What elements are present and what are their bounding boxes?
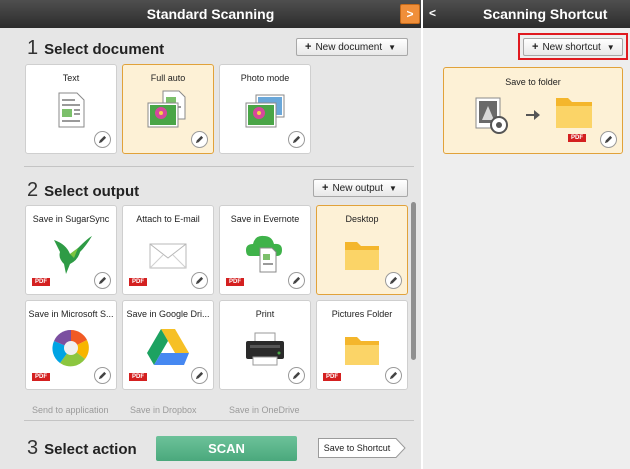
arrow-right-icon — [526, 110, 540, 120]
card-label: Photo mode — [240, 73, 290, 83]
panel-title: Standard Scanning — [146, 6, 275, 22]
card-label: Save in Microsoft S... — [28, 309, 114, 319]
edit-pencil-icon[interactable] — [94, 367, 111, 384]
card-label: Text — [62, 73, 80, 83]
collapse-panel-button[interactable]: > — [400, 4, 420, 24]
document-card-photo-mode[interactable]: Photo mode — [219, 64, 311, 154]
pdf-badge: PDF — [129, 278, 147, 286]
text-document-icon — [58, 92, 85, 128]
select-action-heading: 3 Select action — [27, 437, 137, 460]
scanned-photo-gear-icon — [475, 97, 508, 134]
output-card-onedrive-partial[interactable]: Save in OneDrive — [229, 405, 300, 415]
card-label: Desktop — [345, 214, 379, 224]
edit-pencil-icon[interactable] — [191, 131, 208, 148]
step-number: 3 — [27, 437, 39, 459]
step-number: 1 — [27, 37, 39, 59]
edit-pencil-icon[interactable] — [94, 131, 111, 148]
document-card-text[interactable]: Text — [25, 64, 117, 154]
output-card-pictures-folder[interactable]: Pictures Folder PDF — [316, 300, 408, 390]
new-output-button[interactable]: + New output ▼ — [313, 179, 408, 197]
evernote-cloud-icon — [246, 235, 282, 273]
folder-icon — [345, 337, 379, 365]
shortcut-card-save-to-folder[interactable]: Save to folder PDF — [443, 67, 623, 154]
sugarsync-hummingbird-icon — [54, 236, 92, 274]
output-card-print[interactable]: Print — [219, 300, 311, 390]
section-divider — [24, 420, 414, 421]
chevron-right-icon: > — [406, 7, 414, 21]
output-scrollbar[interactable] — [411, 202, 416, 360]
highlight-box — [518, 33, 628, 60]
folder-icon — [556, 98, 592, 128]
output-card-microsoft-skydrive[interactable]: Save in Microsoft S... PDF — [25, 300, 117, 390]
edit-pencil-icon[interactable] — [600, 131, 617, 148]
edit-pencil-icon[interactable] — [288, 131, 305, 148]
scanning-shortcut-header: < Scanning Shortcut — [423, 0, 630, 28]
edit-pencil-icon[interactable] — [385, 367, 402, 384]
output-card-sugarsync[interactable]: Save in SugarSync PDF — [25, 205, 117, 295]
card-label: Full auto — [150, 73, 186, 83]
pdf-badge: PDF — [226, 278, 244, 286]
step-title: Select action — [44, 441, 137, 458]
select-document-heading: 1 Select document — [27, 37, 164, 60]
caret-down-icon: ▼ — [389, 183, 397, 193]
card-label: Attach to E-mail — [136, 214, 200, 224]
output-card-dropbox-partial[interactable]: Save in Dropbox — [130, 405, 197, 415]
printer-icon — [246, 332, 284, 366]
caret-down-icon: ▼ — [388, 42, 397, 52]
edit-pencil-icon[interactable] — [191, 272, 208, 289]
edit-pencil-icon[interactable] — [385, 272, 402, 289]
pdf-badge: PDF — [323, 373, 341, 381]
step-title: Select document — [44, 41, 165, 58]
edit-pencil-icon[interactable] — [288, 367, 305, 384]
save-to-shortcut-label: Save to Shortcut — [323, 443, 391, 453]
card-label: Save in Google Dri... — [126, 309, 210, 319]
new-document-button[interactable]: + New document ▼ — [296, 38, 408, 56]
plus-icon: + — [305, 41, 312, 53]
microsoft-skydrive-icon — [52, 329, 89, 367]
edit-pencil-icon[interactable] — [288, 272, 305, 289]
pdf-badge: PDF — [32, 278, 50, 286]
card-label: Save to folder — [505, 77, 561, 87]
pdf-badge: PDF — [129, 373, 147, 381]
new-document-label: New document — [315, 41, 383, 53]
output-card-evernote[interactable]: Save in Evernote PDF — [219, 205, 311, 295]
document-card-full-auto[interactable]: Full auto — [122, 64, 214, 154]
envelope-icon — [149, 243, 187, 269]
select-output-heading: 2 Select output — [27, 179, 139, 202]
scan-button[interactable]: SCAN — [156, 436, 297, 461]
output-card-google-drive[interactable]: Save in Google Dri... PDF — [122, 300, 214, 390]
output-card-send-to-application-partial[interactable]: Send to application — [32, 405, 109, 415]
chevron-left-icon[interactable]: < — [429, 6, 436, 20]
step-title: Select output — [44, 183, 140, 200]
standard-scanning-header: Standard Scanning — [0, 0, 421, 28]
photo-mode-icon — [245, 94, 285, 128]
panel-title: Scanning Shortcut — [483, 6, 608, 22]
pdf-badge: PDF — [568, 134, 586, 142]
photo-document-icon — [147, 90, 186, 128]
edit-pencil-icon[interactable] — [191, 367, 208, 384]
google-drive-icon — [147, 329, 189, 365]
new-output-label: New output — [332, 182, 384, 194]
step-number: 2 — [27, 179, 39, 201]
card-label: Save in Evernote — [230, 214, 300, 224]
output-card-email[interactable]: Attach to E-mail PDF — [122, 205, 214, 295]
edit-pencil-icon[interactable] — [94, 272, 111, 289]
output-card-desktop[interactable]: Desktop — [316, 205, 408, 295]
save-to-shortcut-button[interactable]: Save to Shortcut — [318, 438, 406, 458]
section-divider — [24, 166, 414, 167]
card-label: Pictures Folder — [331, 309, 393, 319]
card-label: Print — [255, 309, 275, 319]
card-label: Save in SugarSync — [32, 214, 110, 224]
pdf-badge: PDF — [32, 373, 50, 381]
folder-icon — [345, 242, 379, 270]
plus-icon: + — [322, 182, 329, 194]
